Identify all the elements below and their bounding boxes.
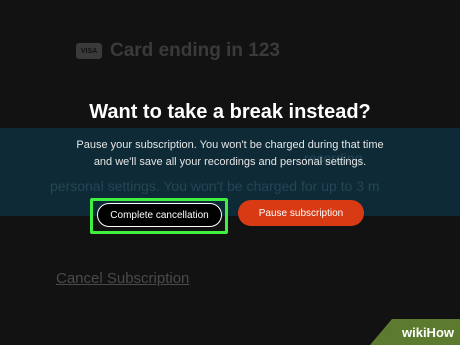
credit-card-icon: VISA (76, 43, 102, 59)
dialog-body: Pause your subscription. You won't be ch… (76, 139, 384, 168)
pause-subscription-button[interactable]: Pause subscription (238, 200, 364, 226)
complete-cancellation-button[interactable]: Complete cancellation (97, 203, 222, 227)
card-row: VISA Card ending in 123 (76, 40, 280, 62)
dialog-title: Want to take a break instead? (89, 101, 371, 123)
card-title: Card ending in 123 (110, 40, 280, 61)
background-page: VISA Card ending in 123 recording person… (0, 0, 460, 345)
banner-text-line2: personal settings. You won't be charged … (50, 178, 380, 194)
cancel-subscription-link[interactable]: Cancel Subscription (56, 270, 189, 287)
